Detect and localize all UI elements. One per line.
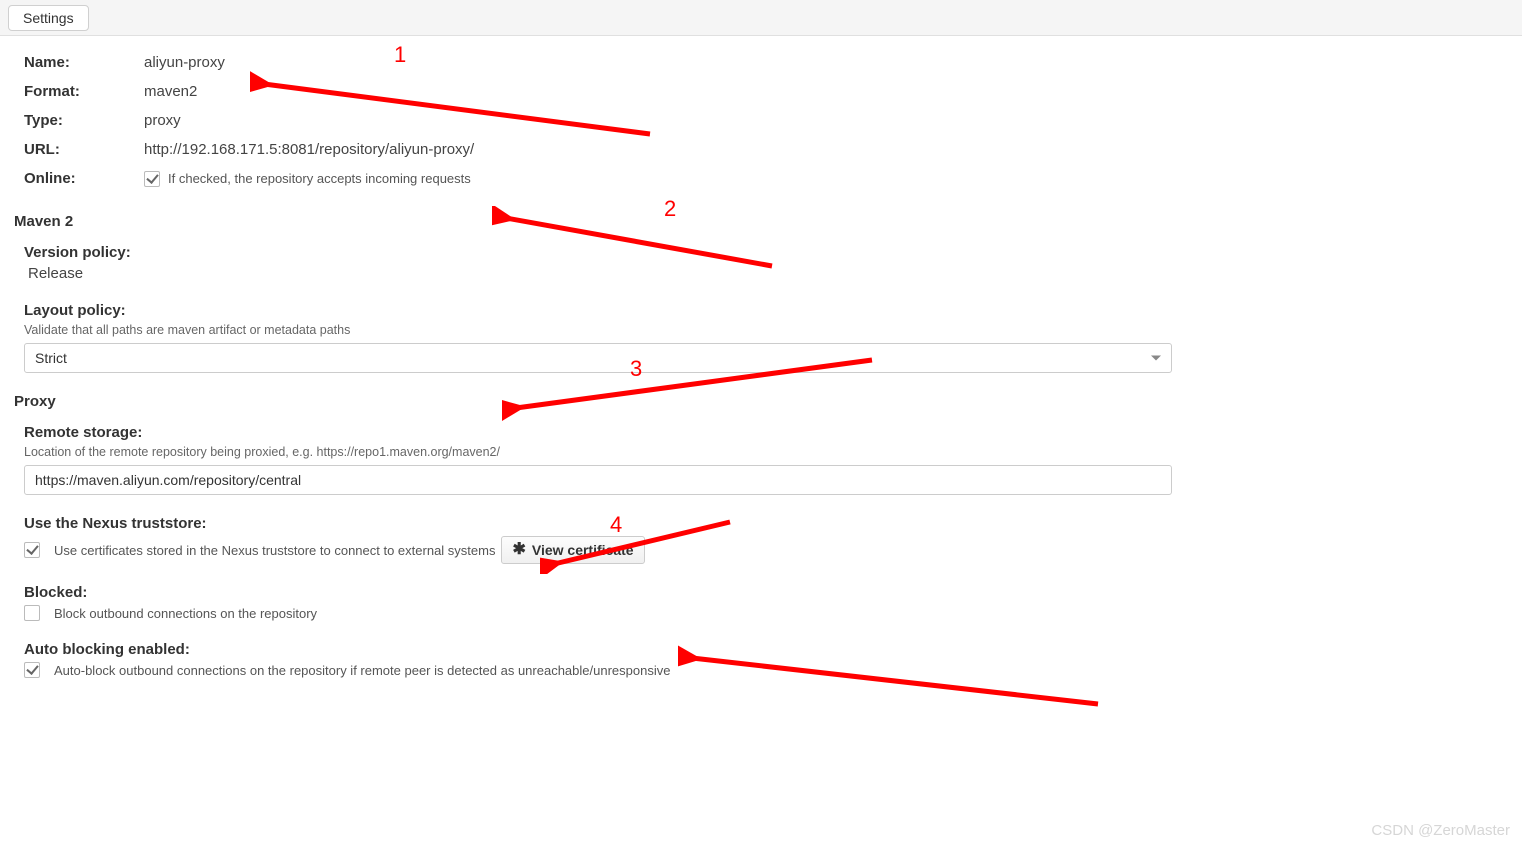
page-content: Name: aliyun-proxy Format: maven2 Type: … bbox=[0, 36, 1522, 738]
watermark: CSDN @ZeroMaster bbox=[1371, 822, 1510, 839]
label-use-truststore: Use the Nexus truststore: bbox=[24, 515, 1498, 532]
online-help-text: If checked, the repository accepts incom… bbox=[168, 171, 471, 186]
select-layout-policy[interactable]: Strict bbox=[24, 343, 1172, 373]
section-proxy: Proxy bbox=[14, 393, 1498, 410]
label-name: Name: bbox=[24, 54, 144, 71]
topbar: Settings bbox=[0, 0, 1522, 36]
checkbox-online[interactable] bbox=[144, 171, 160, 187]
label-type: Type: bbox=[24, 112, 144, 129]
view-certificate-label: View certificate bbox=[532, 542, 634, 558]
view-certificate-button[interactable]: ✱ View certificate bbox=[501, 536, 644, 564]
label-layout-policy: Layout policy: bbox=[24, 302, 1498, 319]
truststore-help-text: Use certificates stored in the Nexus tru… bbox=[54, 543, 495, 558]
auto-block-help-text: Auto-block outbound connections on the r… bbox=[54, 663, 670, 678]
value-version-policy: Release bbox=[28, 265, 1498, 282]
value-name: aliyun-proxy bbox=[144, 54, 225, 71]
value-format: maven2 bbox=[144, 83, 197, 100]
section-maven2: Maven 2 bbox=[14, 213, 1498, 230]
input-remote-storage[interactable]: https://maven.aliyun.com/repository/cent… bbox=[24, 465, 1172, 495]
annotation-number-3: 3 bbox=[630, 356, 642, 382]
blocked-help-text: Block outbound connections on the reposi… bbox=[54, 606, 317, 621]
value-url: http://192.168.171.5:8081/repository/ali… bbox=[144, 141, 474, 158]
label-url: URL: bbox=[24, 141, 144, 158]
desc-layout-policy: Validate that all paths are maven artifa… bbox=[24, 323, 1498, 337]
tab-settings[interactable]: Settings bbox=[8, 5, 89, 31]
seal-icon: ✱ bbox=[512, 542, 525, 558]
select-layout-policy-value: Strict bbox=[35, 350, 67, 366]
annotation-number-4: 4 bbox=[610, 512, 622, 538]
annotation-number-2: 2 bbox=[664, 196, 676, 222]
value-type: proxy bbox=[144, 112, 181, 129]
checkbox-auto-blocking[interactable] bbox=[24, 662, 40, 678]
checkbox-use-truststore[interactable] bbox=[24, 542, 40, 558]
info-table: Name: aliyun-proxy Format: maven2 Type: … bbox=[24, 54, 1498, 187]
label-format: Format: bbox=[24, 83, 144, 100]
label-auto-blocking: Auto blocking enabled: bbox=[24, 641, 1498, 658]
label-blocked: Blocked: bbox=[24, 584, 1498, 601]
label-version-policy: Version policy: bbox=[24, 244, 1498, 261]
desc-remote-storage: Location of the remote repository being … bbox=[24, 445, 1498, 459]
chevron-down-icon bbox=[1151, 356, 1161, 361]
checkbox-blocked[interactable] bbox=[24, 605, 40, 621]
label-remote-storage: Remote storage: bbox=[24, 424, 1498, 441]
label-online: Online: bbox=[24, 170, 144, 187]
annotation-number-1: 1 bbox=[394, 42, 406, 68]
input-remote-storage-value: https://maven.aliyun.com/repository/cent… bbox=[35, 472, 301, 488]
